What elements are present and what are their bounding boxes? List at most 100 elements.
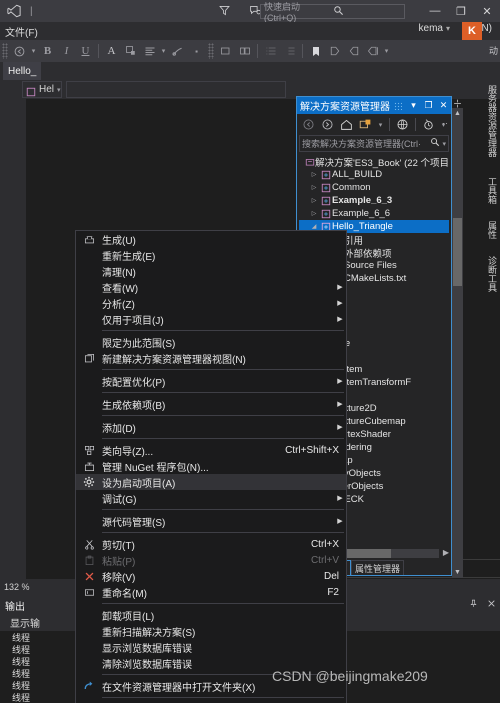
tree-row-common[interactable]: ▷ Common <box>299 181 449 194</box>
split-view-icon[interactable] <box>452 98 463 108</box>
tab-property-manager[interactable]: 属性管理器 <box>351 560 405 575</box>
dock-tab-diagnostics[interactable]: 诊断工具 <box>485 250 500 298</box>
expander[interactable]: ▷ <box>309 184 319 191</box>
editor-tab[interactable]: Hello_ <box>3 62 42 80</box>
toolbar-grip-2[interactable] <box>208 43 214 59</box>
menu-item-view[interactable]: 查看(W) ▶ <box>76 279 346 295</box>
highlight-icon[interactable] <box>121 42 140 60</box>
menu-item-rename[interactable]: 重命名(M) F2 <box>76 584 346 600</box>
maximize-button[interactable]: ❐ <box>448 0 474 22</box>
class-dropdown[interactable]: Hel ▾ <box>22 81 62 98</box>
menu-item-cut[interactable]: 剪切(T) Ctrl+X <box>76 536 346 552</box>
undo-dropdown-icon[interactable]: ▾ <box>29 42 38 60</box>
tag-next-icon[interactable] <box>344 42 363 60</box>
link-icon[interactable] <box>168 42 187 60</box>
expander[interactable]: ◢ <box>309 223 319 230</box>
expander[interactable]: ▷ <box>309 197 319 204</box>
funnel-icon[interactable] <box>216 2 233 19</box>
account-area[interactable]: kema ▾ <box>419 23 450 34</box>
menu-item-remove[interactable]: 移除(V) Del <box>76 568 346 584</box>
align-dropdown-icon[interactable]: ▾ <box>159 42 168 60</box>
tag-dropdown-icon[interactable]: ▾ <box>382 42 391 60</box>
expander[interactable]: ▷ <box>309 171 319 178</box>
menu-item-new-solution-explorer-view[interactable]: 新建解决方案资源管理器视图(N) <box>76 350 346 366</box>
toolbar-grip[interactable] <box>2 43 8 59</box>
list-bullet-icon[interactable] <box>261 42 280 60</box>
scroll-right-arrow[interactable]: ▶ <box>443 548 449 557</box>
sync-dropdown-icon[interactable]: ▾ <box>376 116 385 133</box>
menu-item-unload-project[interactable]: 卸载项目(L) <box>76 607 346 623</box>
solution-explorer-toolbar: ▾ ▾ ·· <box>297 114 451 135</box>
pin-icon[interactable] <box>469 598 478 609</box>
menu-item-show-browse-db-errors[interactable]: 显示浏览数据库错误 <box>76 639 346 655</box>
tag-prev-icon[interactable] <box>325 42 344 60</box>
bold-icon[interactable]: B <box>38 42 57 60</box>
maximize-icon[interactable]: ❐ <box>421 100 436 111</box>
editor-tab-label: Hello_ <box>8 65 37 77</box>
close-icon[interactable] <box>487 599 496 608</box>
quick-launch-input[interactable]: 快速启动 (Ctrl+Q) <box>260 2 405 23</box>
tree-row-all-build[interactable]: ▷ ALL_BUILD <box>299 168 449 181</box>
dock-tab-properties[interactable]: 属性 <box>485 214 500 246</box>
toolbar-overflow-label[interactable]: 动 <box>489 44 498 57</box>
indent-icon[interactable] <box>235 42 254 60</box>
member-dropdown[interactable] <box>66 81 286 98</box>
overflow-icon[interactable]: ·· <box>442 118 448 128</box>
menu-item-file[interactable]: 文件(F) <box>5 24 38 39</box>
output-source-label[interactable]: 显示输 <box>10 615 40 630</box>
chevron-down-icon[interactable]: ▾ <box>406 100 421 111</box>
menu-item-rebuild[interactable]: 重新生成(E) <box>76 247 346 263</box>
menu-item-manage-nuget[interactable]: 管理 NuGet 程序包(N)... <box>76 458 346 474</box>
scroll-down-arrow[interactable]: ▼ <box>452 567 463 578</box>
menu-item-source-control[interactable]: 源代码管理(S) ▶ <box>76 513 346 529</box>
tree-row-example-6-3[interactable]: ▷ Example_6_3 <box>299 194 449 207</box>
magnifier-icon[interactable] <box>430 137 440 150</box>
menu-item-build[interactable]: 生成(U) <box>76 231 346 247</box>
menu-item-clean[interactable]: 清理(N) <box>76 263 346 279</box>
menu-item-rescan-solution[interactable]: 重新扫描解决方案(S) <box>76 623 346 639</box>
zoom-level[interactable]: 132 % <box>4 582 30 592</box>
editor-vertical-scrollbar[interactable]: ▲ ▼ <box>452 108 463 578</box>
dock-tab-toolbox[interactable]: 工具箱 <box>485 170 500 210</box>
menu-item-scope-to-this[interactable]: 限定为此范围(S) <box>76 334 346 350</box>
menu-item-project-only[interactable]: 仅用于项目(J) ▶ <box>76 311 346 327</box>
back-arrow-icon[interactable] <box>300 116 317 133</box>
underline-icon[interactable]: U <box>76 42 95 60</box>
search-dropdown-icon[interactable]: ▾ <box>442 140 446 148</box>
solution-explorer-search[interactable]: 搜索解决方案资源管理器(Ctrl· ▾ <box>299 135 449 152</box>
outdent-icon[interactable] <box>216 42 235 60</box>
menu-item-debug[interactable]: 调试(G) ▶ <box>76 490 346 506</box>
tree-row-example-6-6[interactable]: ▷ Example_6_6 <box>299 207 449 220</box>
expander[interactable]: ▷ <box>309 210 319 217</box>
menu-item-profile-guided-optimization[interactable]: 按配置优化(P) ▶ <box>76 373 346 389</box>
avatar[interactable]: K <box>462 22 482 40</box>
project-icon <box>319 209 332 219</box>
close-icon[interactable]: ✕ <box>436 100 451 111</box>
forward-arrow-icon[interactable] <box>319 116 336 133</box>
close-button[interactable]: ✕ <box>474 0 500 22</box>
tree-row-solution[interactable]: 解决方案'ES3_Book' (22 个项目 <box>299 155 449 169</box>
menu-item-add[interactable]: 添加(D) ▶ <box>76 419 346 435</box>
scrollbar-thumb[interactable] <box>453 218 462 286</box>
project-icon <box>319 196 332 206</box>
sync-with-document-icon[interactable] <box>357 116 374 133</box>
menu-item-class-wizard[interactable]: 类向导(Z)... Ctrl+Shift+X <box>76 442 346 458</box>
menu-item-set-as-startup-project[interactable]: 设为启动项目(A) <box>76 474 346 490</box>
menu-item-analyze[interactable]: 分析(Z) ▶ <box>76 295 346 311</box>
bookmark-icon[interactable] <box>306 42 325 60</box>
refresh-globe-icon[interactable] <box>394 116 411 133</box>
menu-item-build-dependencies[interactable]: 生成依赖项(B) ▶ <box>76 396 346 412</box>
align-icon[interactable] <box>140 42 159 60</box>
font-color-icon[interactable]: A <box>102 42 121 60</box>
link-small-icon[interactable]: ▪ <box>187 42 206 60</box>
show-all-files-icon[interactable] <box>420 116 437 133</box>
undo-icon[interactable] <box>10 42 29 60</box>
scroll-up-arrow[interactable]: ▲ <box>452 108 463 119</box>
minimize-button[interactable]: — <box>422 0 448 22</box>
tag-last-icon[interactable] <box>363 42 382 60</box>
list-number-icon[interactable] <box>280 42 299 60</box>
italic-icon[interactable]: I <box>57 42 76 60</box>
dock-tab-server-explorer[interactable]: 服务器资源管理器 <box>485 78 500 164</box>
titlebar-grip[interactable] <box>394 101 402 110</box>
home-icon[interactable] <box>338 116 355 133</box>
